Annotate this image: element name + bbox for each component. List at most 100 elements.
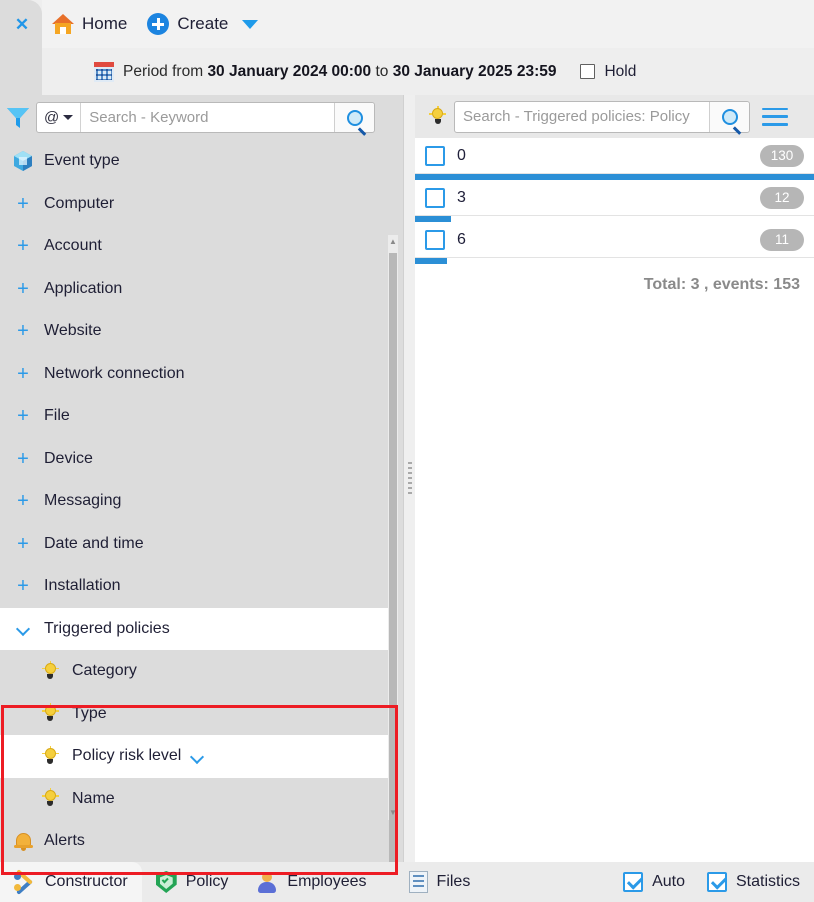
tree-item-installation[interactable]: + Installation [0,565,393,608]
row-count-badge: 11 [760,228,804,251]
expand-plus-icon[interactable]: + [10,406,36,426]
bulb-icon [36,745,64,766]
bulb-icon [36,660,64,681]
search-submit-button[interactable] [334,103,374,132]
tree-item-label: File [44,407,70,425]
tree-item-label: Type [72,704,107,722]
list-item[interactable]: 3 12 [415,180,814,222]
expand-plus-icon[interactable]: + [10,491,36,511]
tree-item-policy-risk-level[interactable]: Policy risk level [0,735,393,778]
tree-item-label: Network connection [44,364,185,382]
period-prefix: Period from [123,62,204,80]
row-bar-track [415,258,814,264]
right-search-group [454,100,750,133]
row-label: 0 [457,146,466,164]
expand-plus-icon[interactable]: + [10,279,36,299]
tab-constructor-label: Constructor [45,873,128,890]
tree-item-label: Policy risk level [72,747,182,765]
period-text[interactable]: Period from 30 January 2024 00:00 to 30 … [123,63,556,81]
expand-plus-icon[interactable]: + [10,449,36,469]
tree-item-triggered-policies[interactable]: Triggered policies [0,607,393,650]
tree-item-label: Messaging [44,492,122,510]
home-label: Home [82,14,128,33]
list-item-row[interactable]: 3 12 [415,180,814,216]
tree-item-event-type[interactable]: Event type [0,140,393,183]
home-button[interactable]: Home [42,0,137,48]
tree-item-date-and-time[interactable]: + Date and time [0,522,393,565]
scrollbar-thumb[interactable] [389,253,397,868]
tab-employees[interactable]: Employees [242,862,380,902]
right-search-submit-button[interactable] [709,101,749,132]
row-count-badge: 12 [760,186,804,209]
tree-item-device[interactable]: + Device [0,437,393,480]
tab-files[interactable]: Files [395,862,485,902]
tree-item-label: Date and time [44,534,144,552]
tree-item-account[interactable]: + Account [0,225,393,268]
expand-plus-icon[interactable]: + [10,236,36,256]
panel-splitter[interactable] [403,95,415,862]
document-icon [408,871,428,893]
statistics-checkbox[interactable]: Statistics [706,872,800,892]
search-operator-value: @ [44,109,60,126]
chevron-down-icon[interactable] [10,622,36,635]
tree-item-computer[interactable]: + Computer [0,182,393,225]
expand-plus-icon[interactable]: + [10,576,36,596]
tab-policy[interactable]: Policy [142,862,243,902]
tree-item-network-connection[interactable]: + Network connection [0,352,393,395]
expand-plus-icon[interactable]: + [10,321,36,341]
chevron-down-icon[interactable] [191,750,204,763]
scroll-down-icon[interactable]: ▼ [389,808,397,818]
left-scrollbar[interactable]: ▲ ▼ [388,235,398,868]
main-menu-row: Home Create [42,0,814,48]
hold-checkbox-box[interactable] [580,64,596,79]
left-panel: @ Event type + Computer + Account + Applicatio… [0,95,403,875]
search-input[interactable] [81,103,334,132]
tree-item-application[interactable]: + Application [0,267,393,310]
splitter-grip [407,461,412,496]
chevron-down-icon[interactable] [242,19,259,29]
tree-item-label: Website [44,322,102,340]
bulb-icon [36,703,64,723]
row-checkbox[interactable] [425,229,445,250]
bottom-toggles: Auto Statistics [623,872,814,892]
tab-constructor[interactable]: Constructor [0,862,142,902]
filter-icon[interactable] [6,107,30,129]
list-item[interactable]: 6 11 [415,222,814,264]
list-item-row[interactable]: 0 130 [415,138,814,174]
row-checkbox[interactable] [425,187,445,208]
statistics-checkbox-box[interactable] [706,872,727,892]
tools-icon [14,869,36,895]
tree-item-label: Account [44,237,102,255]
tree-item-category[interactable]: Category [0,650,393,693]
row-checkbox[interactable] [425,145,445,166]
active-tab-shell: ✕ [0,0,42,95]
hold-checkbox[interactable]: Hold [580,63,636,81]
auto-checkbox-box[interactable] [623,872,644,892]
calendar-icon[interactable] [94,61,114,82]
bell-icon [10,831,36,852]
close-icon[interactable]: ✕ [13,16,31,34]
create-button[interactable]: Create [137,0,238,48]
list-item-row[interactable]: 6 11 [415,222,814,258]
scroll-up-icon[interactable]: ▲ [389,237,397,247]
row-count-badge: 130 [760,144,804,167]
search-operator-select[interactable]: @ [37,103,82,132]
list-item[interactable]: 0 130 [415,138,814,180]
person-icon [256,871,279,893]
auto-checkbox[interactable]: Auto [623,872,685,892]
results-list: 0 130 3 12 6 11 Total: 3 , events: 153 [415,138,814,862]
right-panel: 0 130 3 12 6 11 Total: 3 , events: 153 [415,95,814,862]
tree-item-website[interactable]: + Website [0,310,393,353]
tree-item-alerts[interactable]: Alerts [0,820,393,862]
tree-item-messaging[interactable]: + Messaging [0,480,393,523]
tree-item-type[interactable]: Type [0,692,393,735]
expand-plus-icon[interactable]: + [10,364,36,384]
expand-plus-icon[interactable]: + [10,534,36,554]
right-search-input[interactable] [455,101,709,132]
chevron-down-icon [63,115,74,120]
tree-item-file[interactable]: + File [0,395,393,438]
tree-item-name[interactable]: Name [0,777,393,820]
period-row: Period from 30 January 2024 00:00 to 30 … [42,48,814,95]
expand-plus-icon[interactable]: + [10,194,36,214]
menu-icon[interactable] [762,107,788,126]
